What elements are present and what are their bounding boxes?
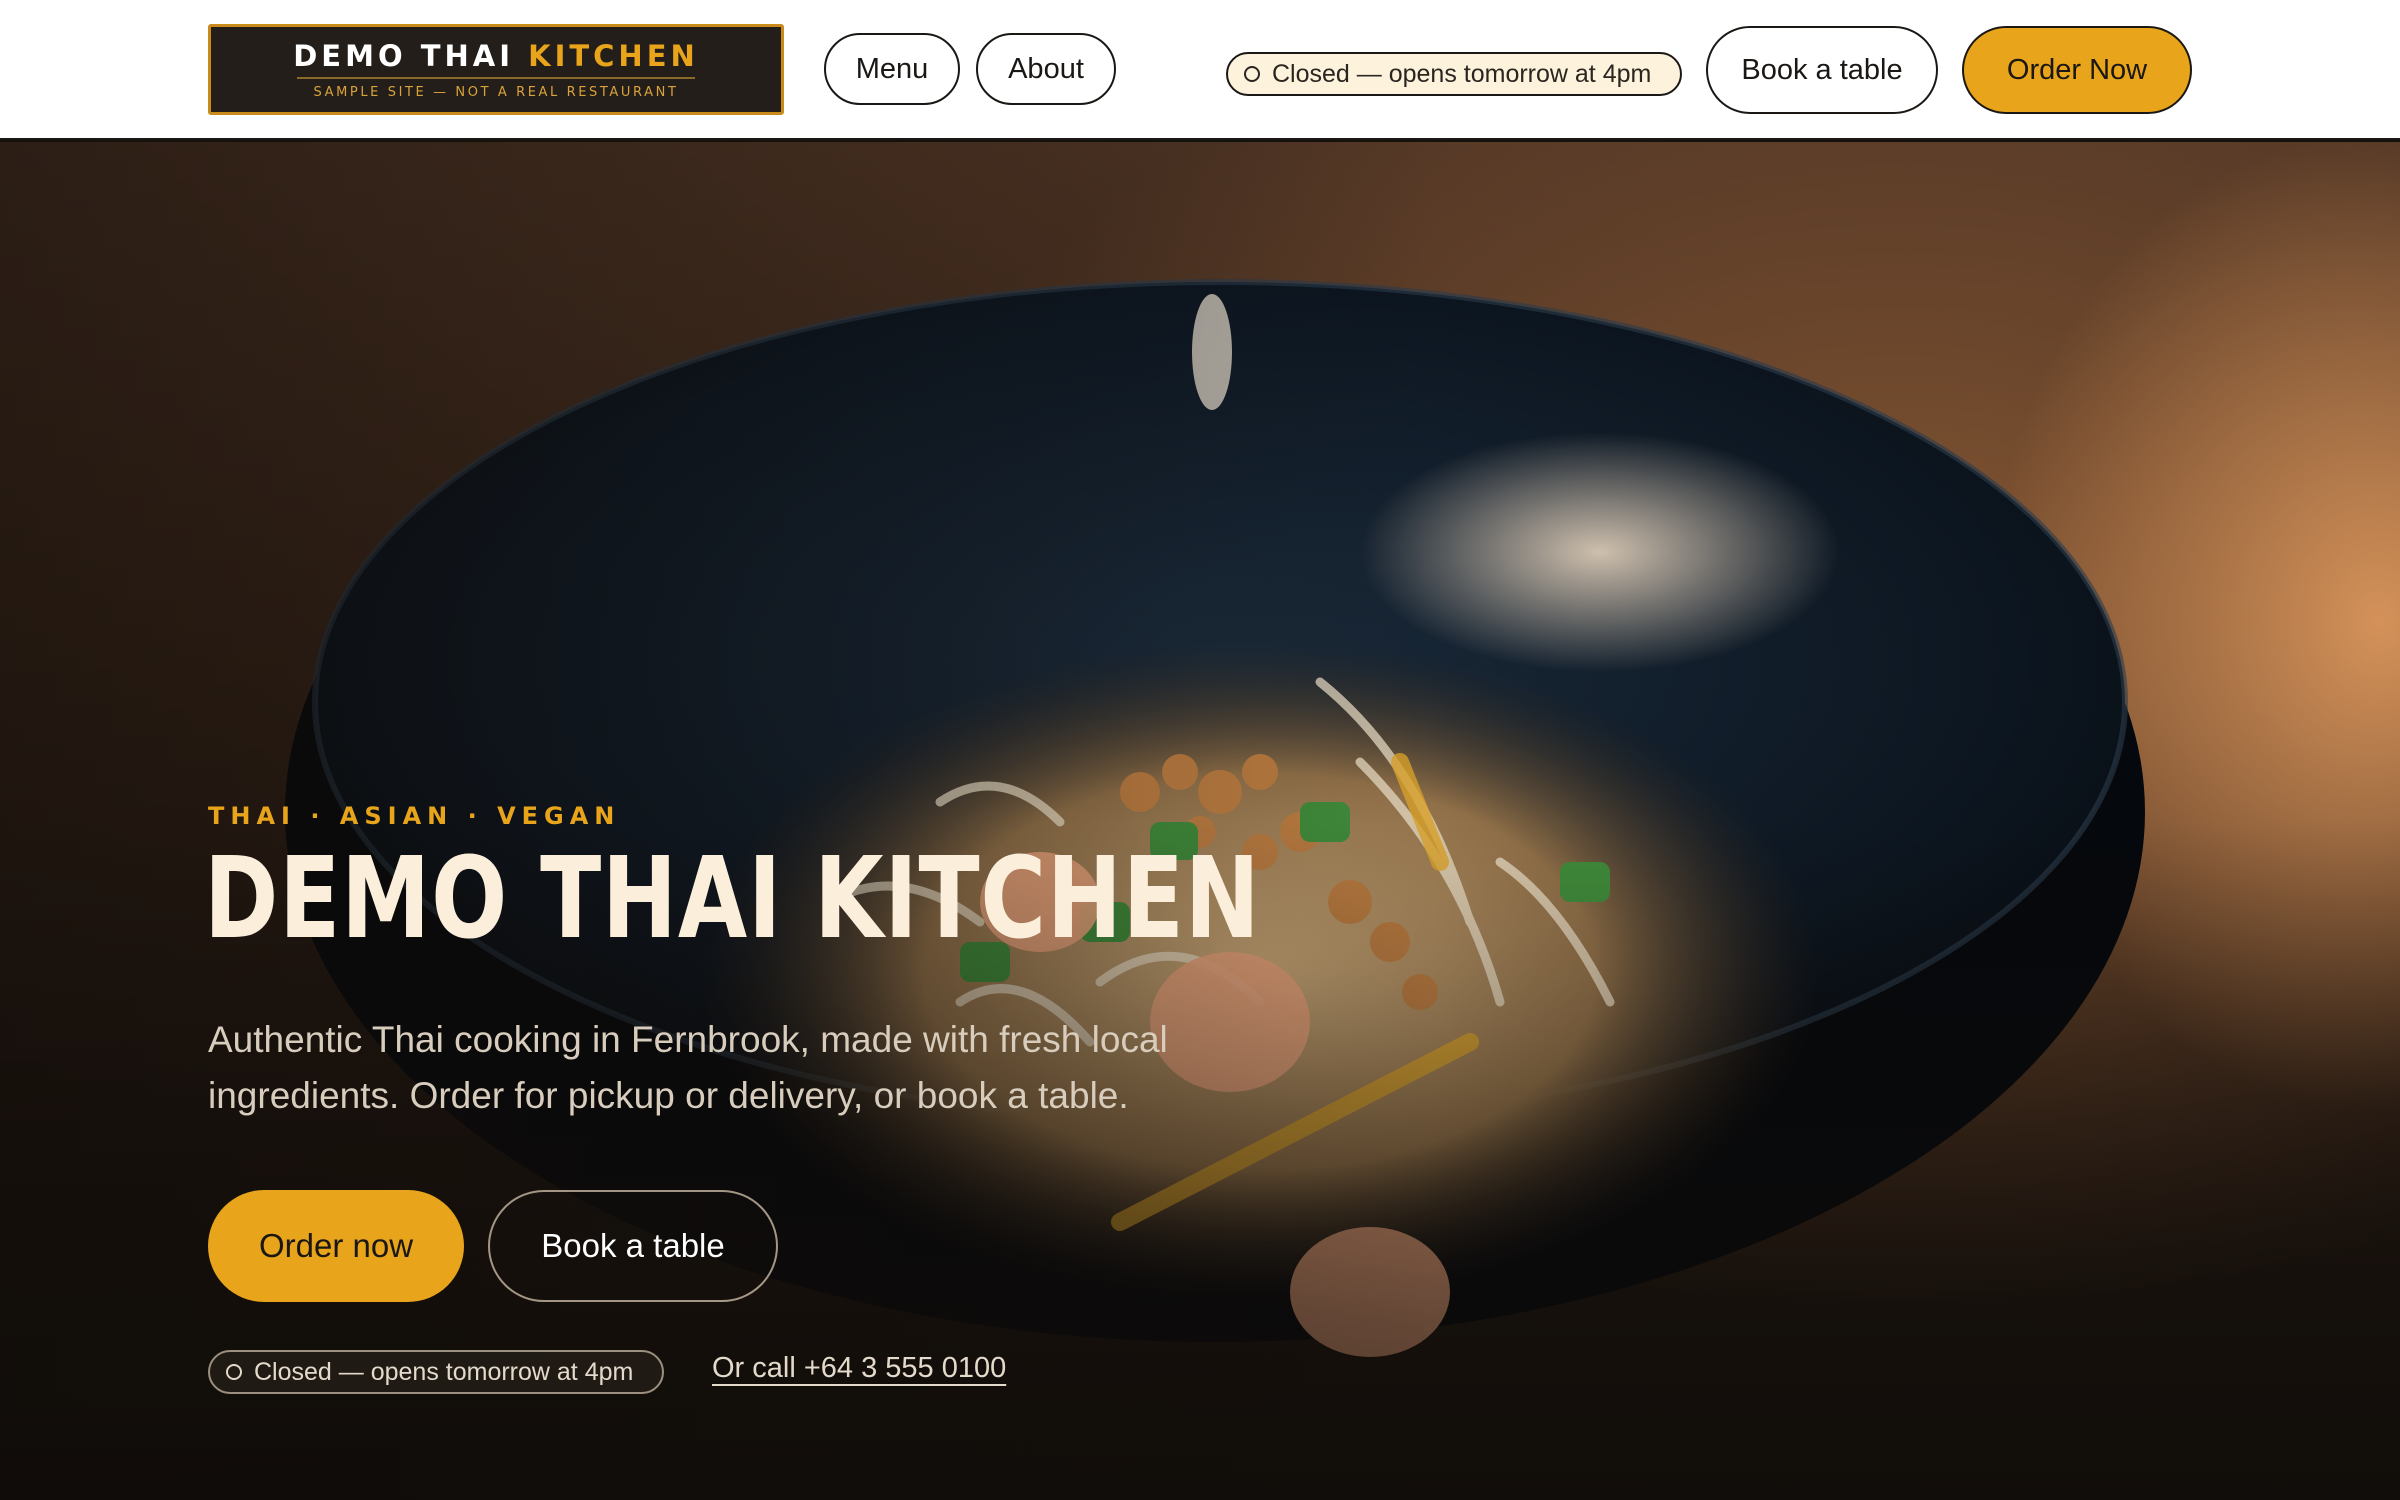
hero-title: DEMO THAI KITCHEN bbox=[204, 834, 1261, 964]
hero-description: Authentic Thai cooking in Fernbrook, mad… bbox=[208, 1019, 1168, 1116]
hero-opening-status-text: Closed — opens tomorrow at 4pm bbox=[254, 1357, 634, 1386]
hero-order-button[interactable]: Order now bbox=[208, 1190, 464, 1302]
hero-opening-status-badge: Closed — opens tomorrow at 4pm bbox=[208, 1350, 664, 1394]
hero-book-table-button[interactable]: Book a table bbox=[488, 1190, 778, 1302]
status-circle-icon bbox=[226, 1364, 242, 1380]
hero-section: THAI · ASIAN · VEGAN DEMO THAI KITCHEN A… bbox=[0, 142, 2400, 1500]
book-table-button[interactable]: Book a table bbox=[1706, 26, 1938, 114]
status-circle-icon bbox=[1244, 66, 1260, 82]
logo-title: DEMO THAI KITCHEN bbox=[293, 39, 699, 73]
cuisine-tags: THAI · ASIAN · VEGAN bbox=[208, 802, 621, 830]
site-header: DEMO THAI KITCHEN SAMPLE SITE — NOT A RE… bbox=[0, 0, 2400, 140]
order-now-button[interactable]: Order Now bbox=[1962, 26, 2192, 114]
opening-status-badge: Closed — opens tomorrow at 4pm bbox=[1226, 52, 1682, 96]
opening-status-text: Closed — opens tomorrow at 4pm bbox=[1272, 59, 1652, 88]
nav-about-link[interactable]: About bbox=[976, 33, 1116, 105]
logo-divider bbox=[297, 77, 695, 79]
site-logo[interactable]: DEMO THAI KITCHEN SAMPLE SITE — NOT A RE… bbox=[208, 24, 784, 115]
call-phone-link[interactable]: Or call +64 3 555 0100 bbox=[712, 1352, 1006, 1385]
logo-subtitle: SAMPLE SITE — NOT A REAL RESTAURANT bbox=[313, 85, 679, 100]
nav-menu-link[interactable]: Menu bbox=[824, 33, 960, 105]
